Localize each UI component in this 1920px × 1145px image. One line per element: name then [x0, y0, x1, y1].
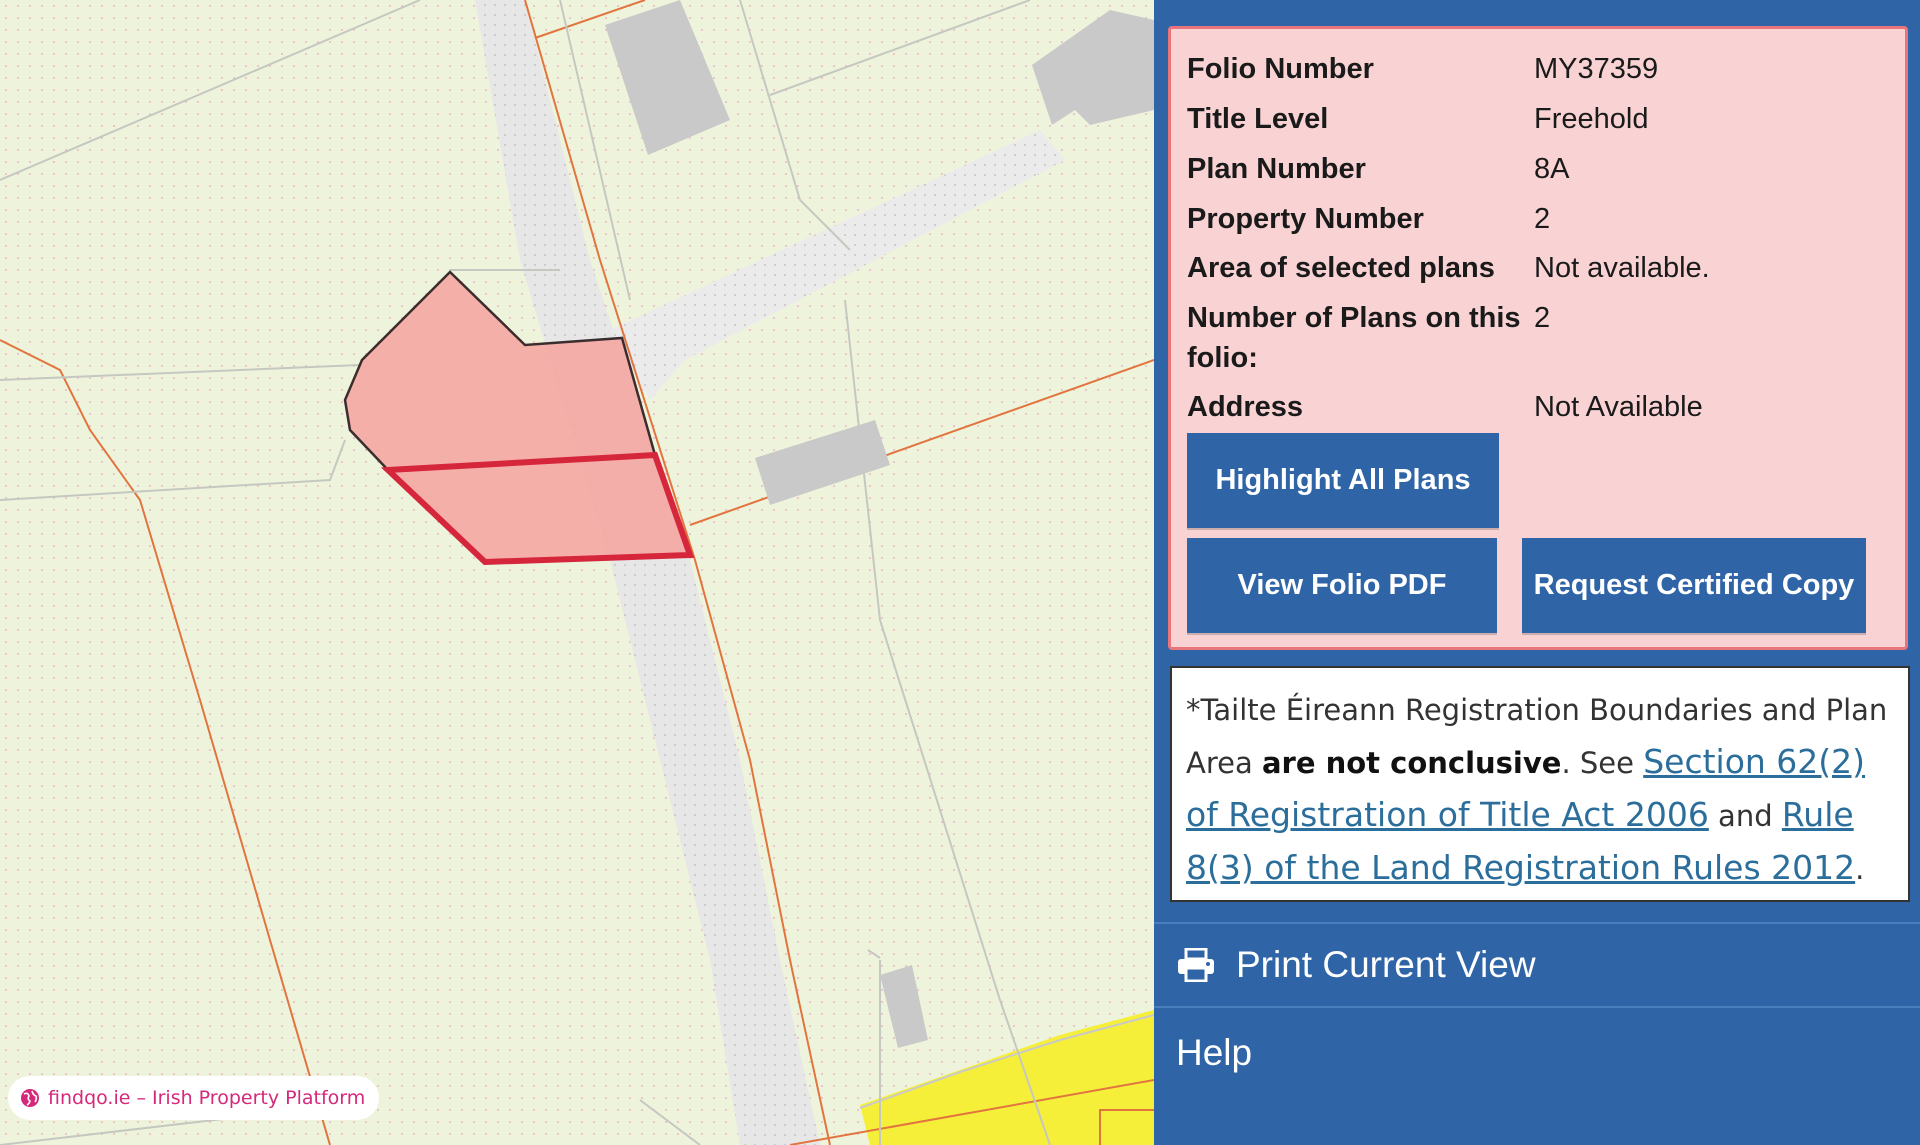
disclaimer-suffix: . [1855, 852, 1865, 886]
print-current-view-label: Print Current View [1236, 944, 1536, 985]
folio-number-label: Folio Number [1187, 53, 1374, 85]
print-current-view-item[interactable]: Print Current View [1154, 922, 1920, 1008]
area-label: Area of selected plans [1187, 252, 1495, 284]
disclaimer-bold: are not conclusive [1261, 746, 1562, 780]
title-level-value: Freehold [1534, 103, 1649, 135]
help-item[interactable]: Help [1154, 1010, 1920, 1096]
help-label: Help [1176, 1032, 1253, 1073]
map-canvas[interactable] [0, 0, 1154, 1145]
folio-number-value: MY37359 [1534, 53, 1659, 85]
printer-icon [1178, 948, 1214, 982]
watermark-badge: findqo.ie – Irish Property Platform [8, 1076, 380, 1120]
address-value: Not Available [1534, 391, 1703, 423]
address-label: Address [1187, 391, 1304, 423]
plan-number-value: 8A [1534, 153, 1570, 185]
map-view[interactable] [0, 0, 1154, 1145]
plans-count-label: Number of Plans on this folio: [1187, 302, 1521, 374]
disclaimer-box: *Tailte Éireann Registration Boundaries … [1170, 666, 1910, 902]
highlight-all-plans-button[interactable]: Highlight All Plans [1187, 433, 1499, 528]
view-folio-pdf-button[interactable]: View Folio PDF [1187, 538, 1497, 633]
request-certified-copy-button[interactable]: Request Certified Copy [1522, 538, 1866, 633]
property-number-value: 2 [1534, 203, 1551, 235]
title-level-label: Title Level [1187, 103, 1329, 135]
watermark-text: findqo.ie – Irish Property Platform [48, 1087, 366, 1109]
plans-count-value: 2 [1534, 302, 1551, 334]
property-number-label: Property Number [1187, 203, 1424, 235]
globe-icon [21, 1089, 39, 1107]
folio-info-box: Folio Number MY37359 Title Level Freehol… [1168, 26, 1908, 650]
disclaimer-mid2: and [1708, 799, 1782, 833]
area-value: Not available. [1534, 252, 1710, 284]
side-panel: Folio Number MY37359 Title Level Freehol… [1154, 0, 1920, 1145]
plan-number-label: Plan Number [1187, 153, 1366, 185]
disclaimer-mid1: . See [1561, 746, 1644, 780]
